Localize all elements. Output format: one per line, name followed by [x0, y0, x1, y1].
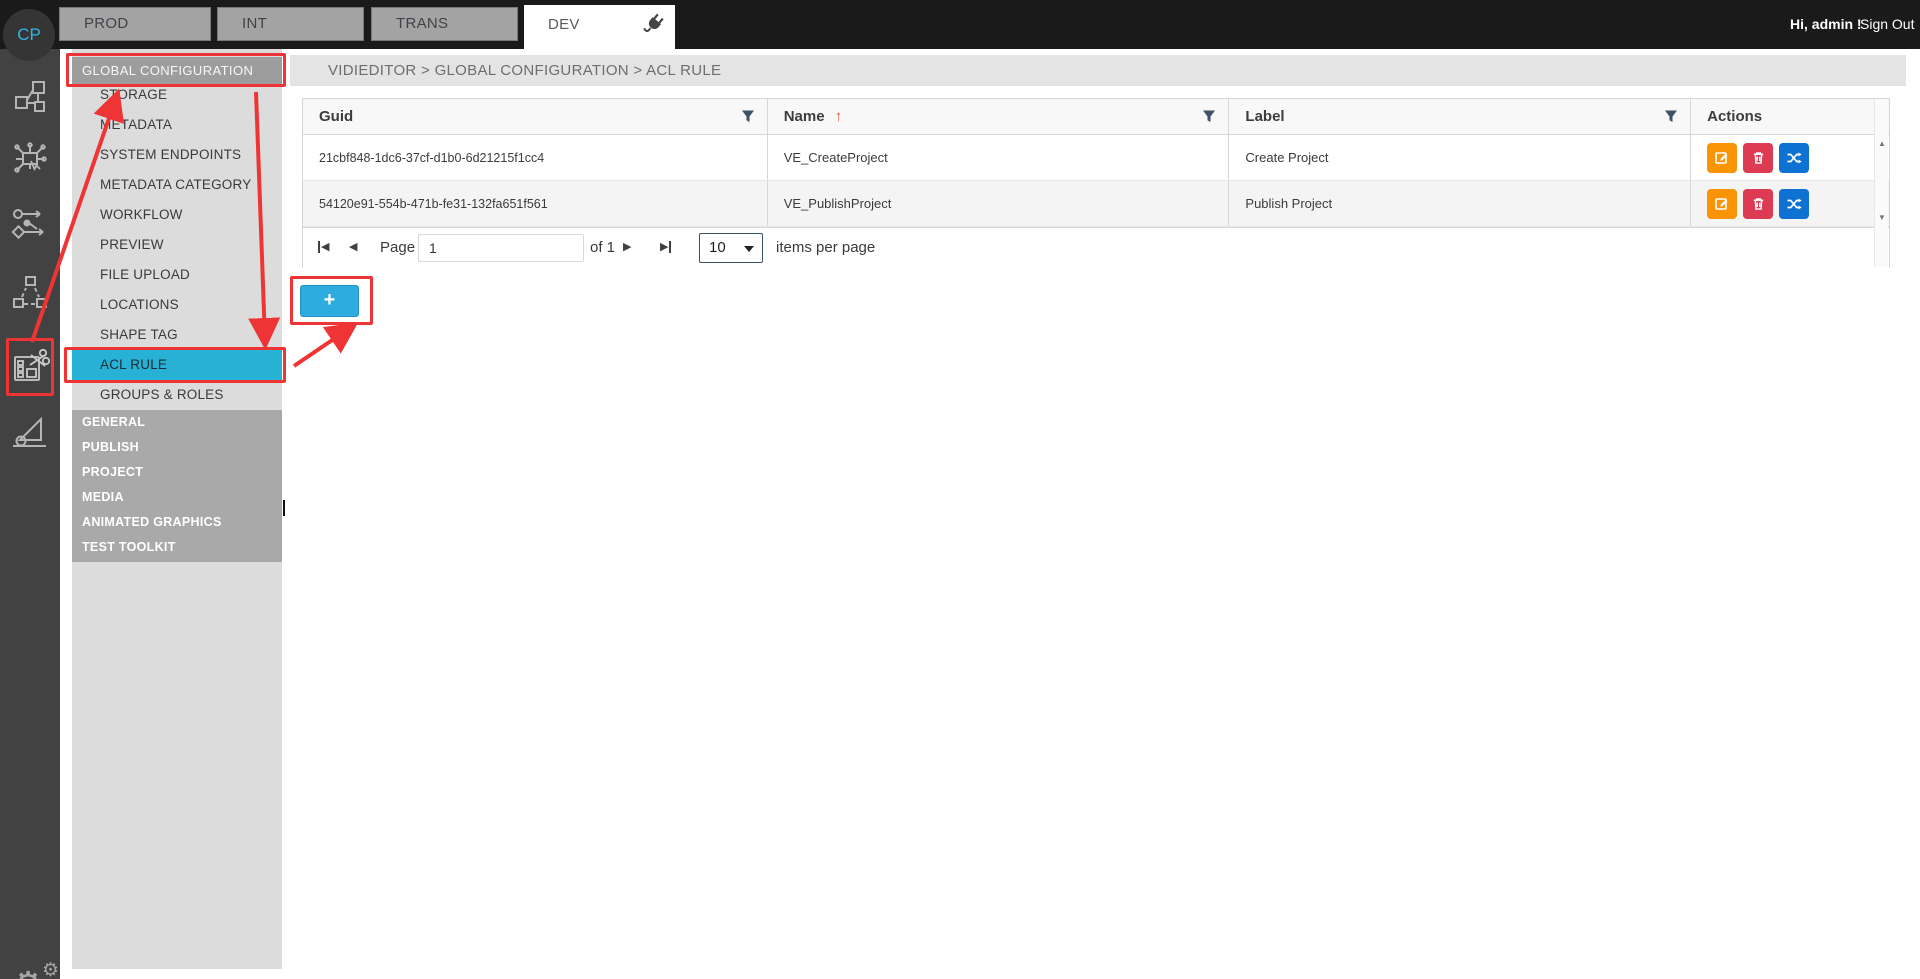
- cell-actions: [1690, 181, 1889, 226]
- table-header-row: Guid Name ↑ Label Actions: [303, 99, 1889, 135]
- cell-label: Publish Project: [1228, 181, 1690, 226]
- menu-item-media[interactable]: MEDIA: [72, 485, 282, 510]
- app-window: PROD INT TRANS DEV Hi, admin ! Sign Out …: [0, 0, 1920, 979]
- automation-icon[interactable]: [10, 140, 50, 180]
- page-number-input[interactable]: [418, 234, 584, 262]
- edit-button[interactable]: [1707, 143, 1737, 173]
- tab-prod[interactable]: PROD: [59, 7, 211, 41]
- column-header-guid[interactable]: Guid: [303, 99, 767, 134]
- menu-item-acl-rule[interactable]: ACL RULE: [72, 350, 282, 380]
- previous-page-button[interactable]: ◀: [349, 240, 357, 253]
- menu-item-storage[interactable]: STORAGE: [72, 80, 282, 110]
- menu-item-metadata[interactable]: METADATA: [72, 110, 282, 140]
- filter-icon[interactable]: [741, 109, 755, 129]
- column-header-actions: Actions: [1690, 99, 1889, 134]
- menu-item-animated-graphics[interactable]: ANIMATED GRAPHICS: [72, 510, 282, 535]
- settings-gear-small-icon: ⚙: [42, 961, 59, 979]
- column-header-name[interactable]: Name ↑: [767, 99, 1229, 134]
- chevron-down-icon: [744, 246, 754, 252]
- breadcrumb: VIDIEDITOR > GLOBAL CONFIGURATION > ACL …: [290, 55, 1906, 86]
- items-per-page-label: items per page: [776, 239, 875, 256]
- cell-name: VE_PublishProject: [767, 181, 1229, 226]
- scroll-down-icon[interactable]: ▼: [1875, 211, 1889, 225]
- cell-label: Create Project: [1228, 135, 1690, 180]
- page-size-value: 10: [709, 239, 726, 256]
- delete-button[interactable]: [1743, 189, 1773, 219]
- cell-actions: [1690, 135, 1889, 180]
- add-acl-rule-button[interactable]: +: [300, 285, 359, 317]
- edit-button[interactable]: [1707, 189, 1737, 219]
- scroll-up-icon[interactable]: ▲: [1875, 137, 1889, 151]
- last-page-button[interactable]: ▶: [660, 240, 671, 253]
- menu-item-locations[interactable]: LOCATIONS: [72, 290, 282, 320]
- icon-rail: ⚙ ⚙ ⚙: [0, 49, 60, 979]
- menu-item-publish[interactable]: PUBLISH: [72, 435, 282, 460]
- cell-guid: 54120e91-554b-471b-fe31-132fa651f561: [303, 181, 767, 226]
- table-row: 21cbf848-1dc6-37cf-d1b0-6d21215f1cc4 VE_…: [303, 135, 1889, 181]
- table-row: 54120e91-554b-471b-fe31-132fa651f561 VE_…: [303, 181, 1889, 227]
- workflow-icon[interactable]: [10, 204, 50, 244]
- top-bar: PROD INT TRANS DEV Hi, admin ! Sign Out: [0, 0, 1920, 49]
- page-size-select[interactable]: 10: [699, 233, 763, 263]
- menu-secondary-group: GENERAL PUBLISH PROJECT MEDIA ANIMATED G…: [72, 410, 282, 562]
- pagination-bar: ◀ ◀ Page of 1 ▶ ▶ 10 items per page: [303, 227, 1889, 268]
- user-greeting: Hi, admin !: [1790, 16, 1862, 32]
- menu-item-test-toolkit[interactable]: TEST TOOLKIT: [72, 535, 282, 560]
- table-scrollbar[interactable]: ▲ ▼: [1874, 99, 1888, 267]
- delete-button[interactable]: [1743, 143, 1773, 173]
- next-page-button[interactable]: ▶: [623, 240, 631, 253]
- column-header-label[interactable]: Label: [1228, 99, 1690, 134]
- design-tools-icon[interactable]: [10, 412, 50, 452]
- menu-item-shape-tag[interactable]: SHAPE TAG: [72, 320, 282, 350]
- sort-ascending-icon: ↑: [835, 108, 843, 125]
- shuffle-button[interactable]: [1779, 189, 1809, 219]
- menu-item-workflow[interactable]: WORKFLOW: [72, 200, 282, 230]
- settings-gears-icon[interactable]: ⚙: [12, 967, 44, 979]
- asset-cycle-icon[interactable]: [10, 273, 50, 313]
- annotation-arrow-to-add-button: [294, 328, 350, 366]
- avatar[interactable]: CP: [3, 9, 55, 61]
- menu-item-general[interactable]: GENERAL: [72, 410, 282, 435]
- tab-trans[interactable]: TRANS: [371, 7, 518, 41]
- media-assets-icon[interactable]: [10, 76, 50, 116]
- filter-icon[interactable]: [1202, 109, 1216, 129]
- first-page-button[interactable]: ◀: [318, 240, 329, 253]
- menu-item-file-upload[interactable]: FILE UPLOAD: [72, 260, 282, 290]
- tab-int[interactable]: INT: [217, 7, 364, 41]
- menu-item-metadata-category[interactable]: METADATA CATEGORY: [72, 170, 282, 200]
- text-cursor-artifact: [283, 500, 285, 516]
- menu-item-project[interactable]: PROJECT: [72, 460, 282, 485]
- acl-rules-table: Guid Name ↑ Label Actions: [302, 98, 1890, 268]
- sign-out-link[interactable]: Sign Out: [1860, 16, 1914, 32]
- menu-item-groups-roles[interactable]: GROUPS & ROLES: [72, 380, 282, 410]
- menu-item-system-endpoints[interactable]: SYSTEM ENDPOINTS: [72, 140, 282, 170]
- side-menu: GLOBAL CONFIGURATION STORAGE METADATA SY…: [72, 49, 282, 969]
- page-count-label: of 1: [590, 239, 615, 256]
- shuffle-button[interactable]: [1779, 143, 1809, 173]
- filter-icon[interactable]: [1664, 109, 1678, 129]
- cell-name: VE_CreateProject: [767, 135, 1229, 180]
- video-editor-icon[interactable]: [12, 346, 52, 386]
- cell-guid: 21cbf848-1dc6-37cf-d1b0-6d21215f1cc4: [303, 135, 767, 180]
- page-label: Page: [380, 239, 415, 256]
- menu-item-preview[interactable]: PREVIEW: [72, 230, 282, 260]
